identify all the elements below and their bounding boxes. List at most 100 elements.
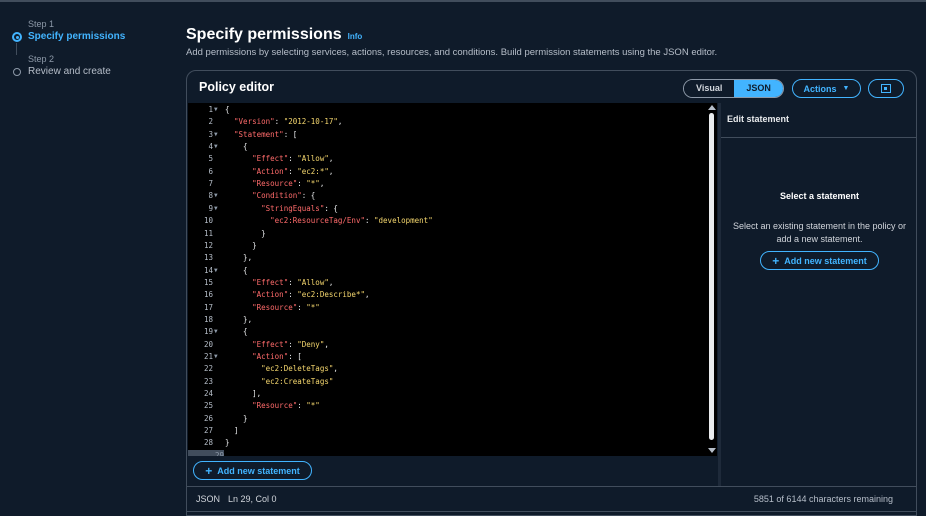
code-line[interactable]: 8 ▼ "Condition": { xyxy=(188,190,708,202)
code-text: } xyxy=(225,228,266,238)
line-number: 2 xyxy=(208,117,213,127)
mode-visual-button[interactable]: Visual xyxy=(684,80,735,97)
line-number: 24 xyxy=(203,389,213,399)
code-text: "Effect": "Allow", xyxy=(252,277,334,287)
code-text: "Resource": "*", xyxy=(252,179,325,189)
line-number: 4 xyxy=(208,142,213,152)
code-text: "Resource": "*" xyxy=(252,302,320,312)
scroll-down-arrow-icon[interactable] xyxy=(708,448,716,453)
line-number: 8 xyxy=(208,191,213,201)
code-line[interactable]: 21 ▼ "Action": [ xyxy=(188,351,708,363)
code-line[interactable]: 22 "ec2:DeleteTags", xyxy=(188,363,708,375)
code-line[interactable]: 18 }, xyxy=(188,314,708,326)
scroll-up-arrow-icon[interactable] xyxy=(708,105,716,110)
code-text: "Version": "2012-10-17", xyxy=(234,117,343,127)
add-new-statement-label: Add new statement xyxy=(217,465,300,476)
fold-arrow-icon[interactable]: ▼ xyxy=(214,351,218,363)
code-line[interactable]: 5 "Effect": "Allow", xyxy=(188,153,708,165)
policy-editor-panel: Policy editor Visual JSON Actions ▼ 1 ▼{2… xyxy=(186,70,917,516)
fold-arrow-icon[interactable]: ▼ xyxy=(214,203,218,215)
line-number: 7 xyxy=(208,179,213,189)
code-line[interactable]: 20 "Effect": "Deny", xyxy=(188,339,708,351)
code-line[interactable]: 1 ▼ { xyxy=(188,104,708,116)
line-number: 5 xyxy=(208,154,213,164)
side-add-new-statement-label: Add new statement xyxy=(784,255,867,266)
code-line[interactable]: 14 ▼ { xyxy=(188,265,708,277)
editor-status-bar: JSON Ln 29, Col 0 5851 of 6144 characters… xyxy=(187,486,916,511)
status-language: JSON xyxy=(196,494,221,504)
code-text: "StringEquals": { xyxy=(261,203,338,213)
line-number: 14 xyxy=(203,265,213,275)
code-line[interactable]: 2 "Version": "2012-10-17", xyxy=(188,116,708,128)
code-text: "ec2:DeleteTags", xyxy=(261,364,338,374)
code-line[interactable]: 23 "ec2:CreateTags" xyxy=(188,376,708,388)
plus-icon: + xyxy=(205,463,213,478)
step-inactive-indicator-icon xyxy=(13,68,21,76)
mode-json-button[interactable]: JSON xyxy=(734,80,783,97)
step-1-label[interactable]: Specify permissions xyxy=(28,30,180,43)
editor-mode-toggle: Visual JSON xyxy=(683,79,784,98)
code-line[interactable]: 16 "Action": "ec2:Describe*", xyxy=(188,289,708,301)
json-code-editor[interactable]: 1 ▼{2 "Version": "2012-10-17", 3 ▼ "Stateme… xyxy=(188,103,717,456)
code-line[interactable]: 13 }, xyxy=(188,252,708,264)
code-text: } xyxy=(225,240,257,250)
line-number: 23 xyxy=(203,376,213,386)
code-line[interactable]: 26 } xyxy=(188,413,708,425)
code-line[interactable]: 6 "Action": "ec2:*", xyxy=(188,166,708,178)
code-text: { xyxy=(225,105,230,114)
plus-icon: + xyxy=(772,253,780,268)
fold-arrow-icon[interactable]: ▼ xyxy=(214,265,218,277)
fold-arrow-icon[interactable]: ▼ xyxy=(214,129,218,141)
code-line[interactable]: 7 "Resource": "*", xyxy=(188,178,708,190)
info-link[interactable]: Info xyxy=(348,32,363,41)
code-text: "Condition": { xyxy=(252,191,316,201)
line-number: 3 xyxy=(208,129,213,139)
status-cursor-position: Ln 29, Col 0 xyxy=(228,494,277,504)
code-line[interactable]: 27 ] xyxy=(188,425,708,437)
line-number: 12 xyxy=(203,240,213,250)
code-line[interactable]: 3 ▼ "Statement": [ xyxy=(188,129,708,141)
code-line[interactable]: 9 ▼ "StringEquals": { xyxy=(188,203,708,215)
code-text: "Action": "ec2:Describe*", xyxy=(252,290,370,300)
step-2: Step 2 Review and create xyxy=(10,53,180,78)
line-number: 6 xyxy=(208,166,213,176)
add-new-statement-button[interactable]: + Add new statement xyxy=(193,461,312,480)
code-line[interactable]: 11 } xyxy=(188,228,708,240)
code-line[interactable]: 15 "Effect": "Allow", xyxy=(188,277,708,289)
line-number: 26 xyxy=(203,413,213,423)
line-number: 20 xyxy=(203,339,213,349)
step-1[interactable]: Step 1 Specify permissions xyxy=(10,18,180,43)
line-number: 16 xyxy=(203,290,213,300)
actions-label: Actions xyxy=(803,83,837,94)
code-text: "ec2:ResourceTag/Env": "development" xyxy=(270,216,433,226)
fold-arrow-icon[interactable]: ▼ xyxy=(214,190,218,202)
code-line[interactable]: 10 "ec2:ResourceTag/Env": "development" xyxy=(188,215,708,227)
line-number: 28 xyxy=(203,438,213,448)
code-text: "Effect": "Deny", xyxy=(252,339,329,349)
fold-arrow-icon[interactable]: ▼ xyxy=(214,141,218,153)
line-number: 22 xyxy=(203,364,213,374)
scrollbar-thumb[interactable] xyxy=(709,113,714,440)
fold-arrow-icon[interactable]: ▼ xyxy=(214,326,218,338)
code-text: "Action": "ec2:*", xyxy=(252,166,334,176)
code-line[interactable]: 24 ], xyxy=(188,388,708,400)
editor-vertical-scrollbar[interactable] xyxy=(707,103,717,456)
code-text: { xyxy=(225,327,248,337)
step-active-indicator-icon xyxy=(12,32,22,42)
line-number: 10 xyxy=(203,216,213,226)
code-line[interactable]: 28} xyxy=(188,437,708,449)
code-line[interactable]: 12 } xyxy=(188,240,708,252)
actions-dropdown-button[interactable]: Actions ▼ xyxy=(792,79,861,98)
code-line[interactable]: 17 "Resource": "*" xyxy=(188,302,708,314)
page-header: Specify permissions Info xyxy=(186,26,362,44)
code-line[interactable]: 19 ▼ { xyxy=(188,326,708,338)
line-number: 15 xyxy=(203,277,213,287)
code-line[interactable]: 4 ▼ { xyxy=(188,141,708,153)
status-characters-remaining: 5851 of 6144 characters remaining xyxy=(753,494,893,504)
side-add-new-statement-button[interactable]: + Add new statement xyxy=(760,251,879,270)
code-line[interactable]: 25 "Resource": "*" xyxy=(188,400,708,412)
fold-arrow-icon[interactable]: ▼ xyxy=(214,104,218,116)
code-text: } xyxy=(225,413,248,423)
policy-editor-title: Policy editor xyxy=(199,80,275,94)
toggle-side-panel-button[interactable] xyxy=(868,79,904,98)
